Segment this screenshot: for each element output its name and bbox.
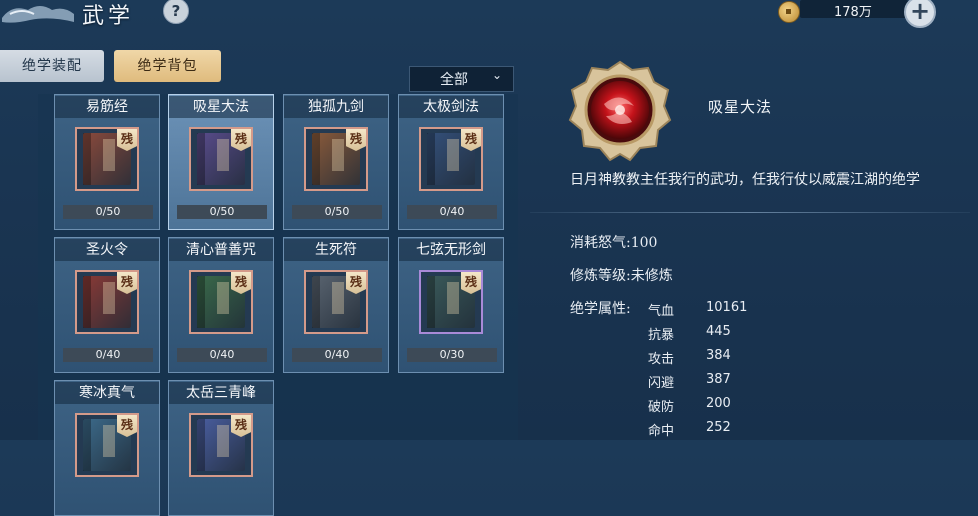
filter-selected-label: 全部 [440, 72, 468, 88]
attribute-value: 252 [706, 420, 731, 435]
book-spine [83, 276, 91, 328]
help-button[interactable]: ? [163, 0, 189, 24]
page-title: 武学 [82, 4, 135, 29]
skill-card[interactable]: 圣火令 残 0/40 [54, 237, 160, 373]
book-label [332, 282, 344, 314]
skill-card-name: 太极剑法 [399, 96, 503, 118]
coin-icon [778, 1, 800, 23]
rage-cost-text: 消耗怒气:100 [570, 235, 658, 251]
book-spine [312, 276, 320, 328]
fragment-progress: 0/50 [63, 205, 153, 219]
skill-book-icon: 残 [189, 270, 253, 334]
skill-book-icon: 残 [75, 270, 139, 334]
cloud-ornament-icon [2, 6, 74, 23]
book-label [217, 425, 229, 457]
attribute-row: 抗暴 445 [648, 324, 788, 344]
book-spine [197, 419, 205, 471]
book-label [332, 139, 344, 171]
attribute-title: 绝学属性: [570, 301, 631, 317]
attribute-value: 10161 [706, 300, 748, 315]
currency-value: 178万 [834, 5, 872, 20]
attribute-row: 命中 252 [648, 420, 788, 440]
book-spine [312, 133, 320, 185]
attribute-label: 气血 [648, 304, 675, 319]
book-label [103, 282, 115, 314]
book-label [217, 282, 229, 314]
divider [530, 212, 970, 213]
skill-card-name: 寒冰真气 [55, 382, 159, 404]
skill-card[interactable]: 独孤九剑 残 0/50 [283, 94, 389, 230]
attribute-label: 破防 [648, 400, 675, 415]
book-label [447, 282, 459, 314]
attribute-row: 破防 200 [648, 396, 788, 416]
cultivation-level-text: 修炼等级:未修炼 [570, 268, 673, 284]
fragment-progress: 0/50 [292, 205, 382, 219]
attribute-label: 攻击 [648, 352, 675, 367]
book-spine [197, 133, 205, 185]
skill-book-icon: 残 [75, 127, 139, 191]
chevron-down-icon: ⌄ [492, 68, 503, 82]
skill-book-icon: 残 [304, 270, 368, 334]
attribute-value: 384 [706, 348, 731, 363]
skill-card[interactable]: 易筋经 残 0/50 [54, 94, 160, 230]
filter-dropdown[interactable]: 全部 ⌄ [409, 66, 514, 92]
skill-card[interactable]: 吸星大法 残 0/50 [168, 94, 274, 230]
book-label [103, 425, 115, 457]
attribute-value: 200 [706, 396, 731, 411]
skill-card-name: 独孤九剑 [284, 96, 388, 118]
skill-card[interactable]: 寒冰真气 残 [54, 380, 160, 516]
skill-book-icon: 残 [304, 127, 368, 191]
skill-book-icon: 残 [419, 270, 483, 334]
book-spine [197, 276, 205, 328]
attribute-label: 命中 [648, 424, 675, 439]
skill-card[interactable]: 生死符 残 0/40 [283, 237, 389, 373]
attribute-value: 445 [706, 324, 731, 339]
attribute-label: 闪避 [648, 376, 675, 391]
fragment-progress: 0/50 [177, 205, 267, 219]
add-currency-button[interactable]: + [904, 0, 936, 28]
skill-card-name: 太岳三青峰 [169, 382, 273, 404]
attribute-row: 气血 10161 [648, 300, 788, 320]
detail-skill-name: 吸星大法 [708, 98, 773, 116]
attribute-row: 攻击 384 [648, 348, 788, 368]
tab-skill-bag[interactable]: 绝学背包 [114, 50, 221, 82]
skill-book-icon: 残 [75, 413, 139, 477]
skill-card[interactable]: 七弦无形剑 残 0/30 [398, 237, 504, 373]
skill-book-icon: 残 [419, 127, 483, 191]
skill-card[interactable]: 太岳三青峰 残 [168, 380, 274, 516]
book-label [103, 139, 115, 171]
skill-card-name: 清心普善咒 [169, 239, 273, 261]
skill-emblem-icon [568, 60, 672, 162]
skill-card-name: 易筋经 [55, 96, 159, 118]
book-label [217, 139, 229, 171]
fragment-progress: 0/40 [407, 205, 497, 219]
detail-description: 日月神教教主任我行的武功，任我行仗以威震江湖的绝学 [570, 172, 920, 188]
attribute-row: 闪避 387 [648, 372, 788, 392]
book-spine [427, 133, 435, 185]
fragment-progress: 0/40 [177, 348, 267, 362]
attribute-label: 抗暴 [648, 328, 675, 343]
currency-display: 178万 + [776, 0, 936, 28]
skill-card-name: 吸星大法 [169, 96, 273, 118]
book-spine [83, 133, 91, 185]
book-spine [83, 419, 91, 471]
fragment-progress: 0/40 [292, 348, 382, 362]
tab-skill-equip[interactable]: 绝学装配 [0, 50, 104, 82]
book-label [447, 139, 459, 171]
skill-card-name: 生死符 [284, 239, 388, 261]
attribute-value: 387 [706, 372, 731, 387]
skill-card[interactable]: 太极剑法 残 0/40 [398, 94, 504, 230]
skill-card-name: 圣火令 [55, 239, 159, 261]
skill-book-icon: 残 [189, 413, 253, 477]
skill-card[interactable]: 清心普善咒 残 0/40 [168, 237, 274, 373]
book-spine [427, 276, 435, 328]
fragment-progress: 0/30 [407, 348, 497, 362]
skill-book-icon: 残 [189, 127, 253, 191]
skill-card-name: 七弦无形剑 [399, 239, 503, 261]
fragment-progress: 0/40 [63, 348, 153, 362]
top-bar: 武学 ? 178万 + [0, 0, 978, 32]
